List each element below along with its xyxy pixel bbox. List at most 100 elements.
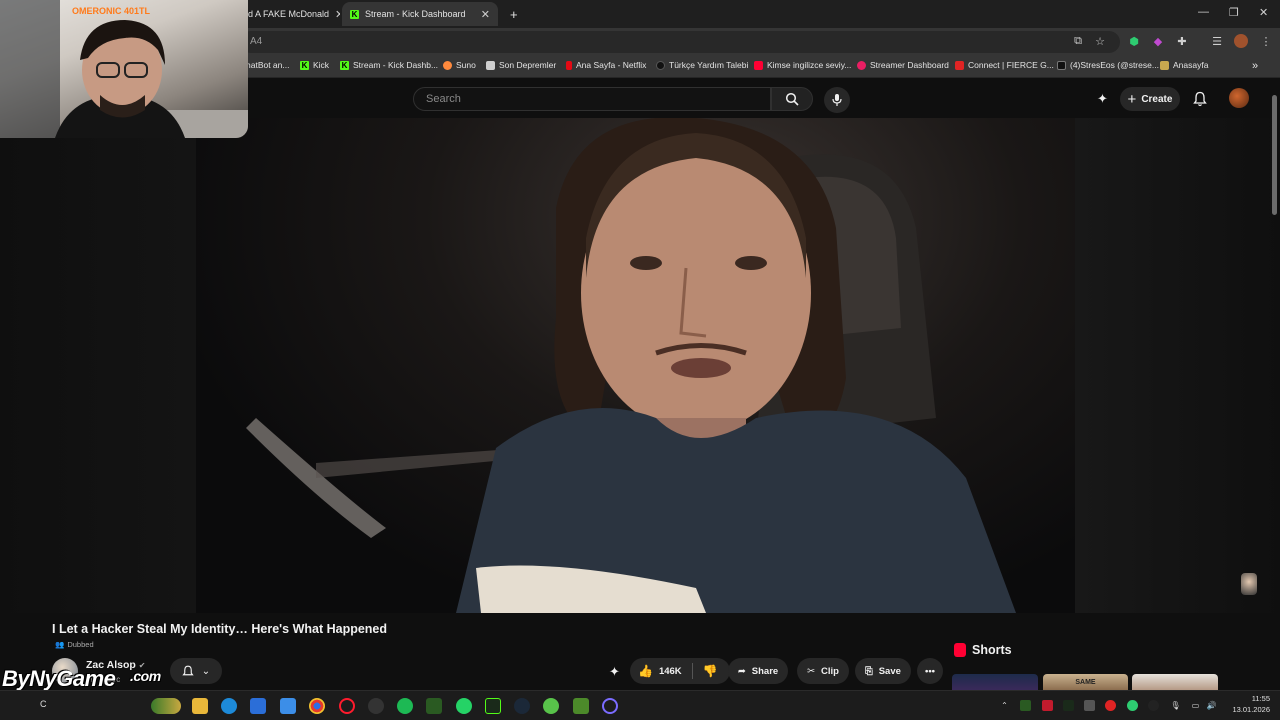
short-thumbnail[interactable]: SAME xyxy=(1043,674,1128,690)
video-frame-image xyxy=(246,118,1016,613)
page-scrollbar[interactable] xyxy=(1272,95,1277,215)
bynygame-watermark: ByNyGame .com xyxy=(2,666,161,692)
minimize-button[interactable]: — xyxy=(1198,6,1209,18)
clip-button[interactable]: ✂ Clip xyxy=(797,658,849,684)
short-thumbnail[interactable] xyxy=(1132,674,1218,690)
steam-icon[interactable] xyxy=(514,698,530,714)
subscribed-notifications-button[interactable]: ⌄ xyxy=(170,658,222,684)
bookmark-label: Son Depremler xyxy=(499,60,557,70)
create-label: Create xyxy=(1141,93,1173,105)
extensions-puzzle-icon[interactable]: ✚ xyxy=(1175,34,1189,48)
bookmark-fierce[interactable]: Connect | FIERCE G... xyxy=(955,60,1054,70)
tab-mcdonald[interactable]: d A FAKE McDonald ✕ xyxy=(240,2,340,26)
more-actions-button[interactable]: ••• xyxy=(917,658,943,684)
bookmark-kick-dashboard[interactable]: K Stream - Kick Dashb... xyxy=(340,60,438,70)
tray-nvidia-icon[interactable] xyxy=(1020,700,1031,711)
bookmark-kick[interactable]: K Kick xyxy=(300,60,329,70)
dubbed-label: Dubbed xyxy=(67,640,94,649)
tray-shield-icon[interactable] xyxy=(1042,700,1053,711)
clock-date: 13.01.2026 xyxy=(1232,705,1270,714)
dislike-button[interactable]: 👎 xyxy=(703,664,718,678)
edge-browser-icon[interactable] xyxy=(221,698,237,714)
reading-list-icon[interactable]: ☰ xyxy=(1210,34,1224,48)
tray-vpn-icon[interactable] xyxy=(1127,700,1138,711)
bookmark-tiktok[interactable]: (4)StresEos (@strese... xyxy=(1057,60,1159,70)
duolingo-icon[interactable] xyxy=(543,698,559,714)
divider xyxy=(691,663,693,679)
taskbar-search-text[interactable]: C xyxy=(40,699,47,709)
tray-kick-icon[interactable] xyxy=(1063,700,1074,711)
volume-icon[interactable]: 🔊 xyxy=(1206,700,1217,711)
maximize-button[interactable]: ❐ xyxy=(1229,6,1239,19)
bookmark-netflix[interactable]: Ana Sayfa - Netflix xyxy=(566,60,646,70)
obs-studio-icon[interactable] xyxy=(368,698,384,714)
bookmark-streamer-dashboard[interactable]: Streamer Dashboard xyxy=(857,60,949,70)
page-icon xyxy=(486,60,495,70)
menu-kebab-icon[interactable]: ⋮ xyxy=(1259,34,1273,48)
microphone-tray-icon[interactable]: 🎙 xyxy=(1170,700,1181,711)
nvidia-icon[interactable] xyxy=(426,698,442,714)
app-circle-icon[interactable] xyxy=(602,698,618,714)
file-explorer-icon[interactable] xyxy=(192,698,208,714)
install-app-icon[interactable]: ⧉ xyxy=(1071,34,1085,48)
bookmark-label: Suno xyxy=(456,60,476,70)
tab-kick-dashboard[interactable]: K Stream - Kick Dashboard ✕ xyxy=(342,2,498,26)
bookmark-suno[interactable]: Suno xyxy=(443,60,476,70)
minecraft-icon[interactable] xyxy=(573,698,589,714)
share-button[interactable]: ➦ Share xyxy=(728,658,788,684)
tray-record-icon[interactable] xyxy=(1105,700,1116,711)
tray-app-icon[interactable] xyxy=(1084,700,1095,711)
share-arrow-icon: ➦ xyxy=(737,665,746,677)
watermark-text: ByNyGame xyxy=(2,666,116,691)
search-button[interactable] xyxy=(771,87,813,111)
new-tab-button[interactable]: + xyxy=(502,2,522,26)
close-window-button[interactable]: ✕ xyxy=(1259,6,1268,19)
search-icon xyxy=(785,92,799,106)
extension-purple-icon[interactable]: ◆ xyxy=(1151,34,1165,48)
tray-overflow-chevron-icon[interactable]: ⌃ xyxy=(999,700,1010,711)
webcam-image xyxy=(0,0,248,138)
suno-icon xyxy=(443,60,452,70)
bookmark-chatbot[interactable]: hatBot an... xyxy=(246,60,289,70)
ai-ask-icon[interactable]: ✦ xyxy=(609,664,620,680)
short-thumbnail[interactable] xyxy=(952,674,1038,690)
donation-alert: OMERONIC 401TL xyxy=(72,6,151,16)
whatsapp-icon[interactable] xyxy=(456,698,472,714)
bell-icon xyxy=(182,665,194,675)
microsoft-store-icon[interactable] xyxy=(250,698,266,714)
bookmark-anasayfa[interactable]: Anasayfa xyxy=(1160,60,1208,70)
star-bookmark-icon[interactable]: ☆ xyxy=(1093,34,1107,48)
kick-app-icon[interactable] xyxy=(485,698,501,714)
close-tab-icon[interactable]: ✕ xyxy=(481,8,490,21)
display-tray-icon[interactable]: ▭ xyxy=(1190,700,1201,711)
chrome-browser-icon[interactable] xyxy=(309,698,325,714)
bookmark-kimse-ingilizce[interactable]: Kimse ingilizce seviy... xyxy=(754,60,851,70)
dubbed-badge: 👥 Dubbed xyxy=(55,640,94,649)
clock-time: 11:55 xyxy=(1251,694,1270,703)
plus-icon: + xyxy=(1127,90,1137,108)
close-tab-icon[interactable]: ✕ xyxy=(335,8,340,21)
opera-gx-icon[interactable] xyxy=(339,698,355,714)
app-icon[interactable] xyxy=(280,698,296,714)
like-button[interactable]: 👍 146K xyxy=(638,664,682,678)
address-bar[interactable]: A4 xyxy=(240,31,1120,53)
spotify-icon[interactable] xyxy=(397,698,413,714)
extension-shield-icon[interactable]: ⬢ xyxy=(1127,34,1141,48)
more-bookmarks-icon[interactable]: » xyxy=(1252,60,1258,72)
account-avatar[interactable] xyxy=(1229,88,1249,108)
bookmark-turkce-yardim[interactable]: Türkçe Yardım Talebi xyxy=(656,60,748,70)
system-clock[interactable]: 11:55 13.01.2026 xyxy=(1226,693,1270,715)
video-player[interactable] xyxy=(196,118,1075,613)
create-button[interactable]: + Create xyxy=(1120,87,1180,111)
save-button[interactable]: ⎘ Save xyxy=(855,658,911,684)
tray-obs-icon[interactable] xyxy=(1148,700,1159,711)
bookmark-son-depremler[interactable]: Son Depremler xyxy=(486,60,556,70)
plus-icon: + xyxy=(510,6,518,22)
mini-chibi-sticker xyxy=(1241,573,1257,595)
widgets-icon[interactable] xyxy=(151,698,181,714)
ai-sparkle-icon[interactable]: ✦ xyxy=(1097,91,1108,107)
notifications-bell-icon[interactable] xyxy=(1193,91,1207,107)
search-input[interactable]: Search xyxy=(413,87,771,111)
profile-avatar-icon[interactable] xyxy=(1234,34,1248,48)
voice-search-button[interactable] xyxy=(824,87,850,113)
